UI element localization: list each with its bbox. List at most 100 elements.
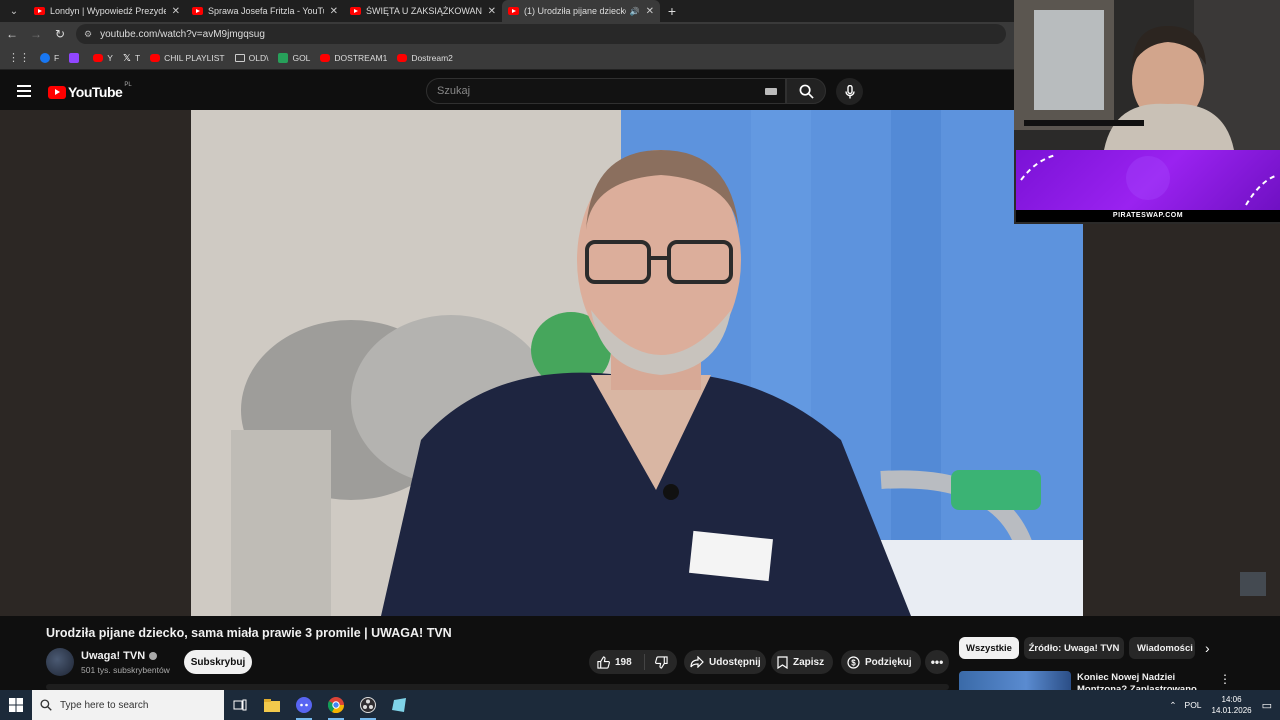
taskbar-search[interactable]: Type here to search <box>32 690 224 720</box>
chip-source[interactable]: Źródło: Uwaga! TVN <box>1024 637 1124 659</box>
browser-tab-active[interactable]: (1) Urodziła pijane dziecko, 🔊 ✕ <box>502 0 660 22</box>
back-icon[interactable]: ← <box>0 27 24 41</box>
x-icon: 𝕏 <box>122 52 131 64</box>
recommended-title[interactable]: Koniec Nowej Nadziei Montzona? Zaplastro… <box>1077 672 1197 690</box>
logo-text: YouTube <box>68 84 123 100</box>
recommended-menu-icon[interactable]: ⋮ <box>1219 672 1231 686</box>
app-icon[interactable] <box>384 690 416 720</box>
keyboard-icon[interactable] <box>765 88 777 95</box>
bookmark-item[interactable]: CHIL PLAYLIST <box>150 53 225 63</box>
dislike-button[interactable] <box>645 655 677 669</box>
bookmark-item[interactable] <box>69 52 83 63</box>
video-frame[interactable] <box>191 110 1083 616</box>
search-icon <box>40 699 52 711</box>
sponsor-brand-text: PIRATESWAP.COM <box>1016 210 1280 222</box>
thanks-icon: $ <box>847 655 860 669</box>
apps-grid-icon[interactable]: ⋮⋮ <box>8 51 30 64</box>
share-button[interactable]: Udostępnij <box>684 650 766 674</box>
svg-text:$: $ <box>851 658 856 667</box>
more-actions-icon[interactable]: ••• <box>925 650 949 674</box>
country-code: PL <box>124 82 132 88</box>
speaker-icon[interactable]: 🔊 <box>630 7 640 16</box>
chevron-right-icon[interactable]: › <box>1205 640 1210 656</box>
close-tab-icon[interactable]: ✕ <box>488 6 496 17</box>
new-tab-button[interactable]: + <box>660 3 684 19</box>
close-tab-icon[interactable]: ✕ <box>646 6 654 17</box>
browser-tab[interactable]: Londyn | Wypowiedź Prezydenta ✕ <box>28 0 186 22</box>
youtube-header: YouTube PL Szukaj <box>0 72 1014 110</box>
channel-name[interactable]: Uwaga! TVN <box>81 650 158 662</box>
save-button[interactable]: Zapisz <box>771 650 833 674</box>
url-field[interactable]: ⚙ youtube.com/watch?v=avM9jmgqsug <box>76 24 1006 44</box>
close-tab-icon[interactable]: ✕ <box>330 6 338 17</box>
tab-title: Londyn | Wypowiedź Prezydenta <box>50 6 166 16</box>
miniplayer-thumbnail[interactable] <box>1240 572 1266 596</box>
search-icon <box>799 84 814 99</box>
address-bar-row: ← → ↻ ⚙ youtube.com/watch?v=avM9jmgqsug <box>0 22 1014 46</box>
search-button[interactable] <box>786 78 826 104</box>
bookmark-item[interactable]: F <box>40 52 59 63</box>
close-tab-icon[interactable]: ✕ <box>172 6 180 17</box>
video-backdrop-left <box>0 110 191 616</box>
task-view-icon[interactable] <box>224 690 256 720</box>
file-explorer-icon[interactable] <box>256 690 288 720</box>
url-text: youtube.com/watch?v=avM9jmgqsug <box>100 28 265 40</box>
youtube-logo[interactable]: YouTube PL <box>48 82 132 100</box>
thumbs-up-icon <box>597 655 610 669</box>
bookmark-item[interactable]: DOSTREAM1 <box>320 53 387 63</box>
video-title: Urodziła pijane dziecko, sama miała praw… <box>46 626 452 640</box>
search-input[interactable]: Szukaj <box>426 78 786 104</box>
site-info-icon[interactable]: ⚙ <box>84 29 92 40</box>
thumbs-down-icon <box>654 655 668 669</box>
time: 14:06 <box>1221 695 1242 704</box>
banner-graphic <box>1020 154 1279 206</box>
forward-icon[interactable]: → <box>24 27 48 41</box>
bookmark-item[interactable]: GOL <box>278 52 310 63</box>
verified-icon <box>149 652 158 660</box>
chip-news[interactable]: Wiadomości <box>1129 637 1195 659</box>
obs-icon[interactable] <box>352 690 384 720</box>
system-tray: ⌃ POL 14:06 14.01.2026 ▭ <box>1169 690 1280 720</box>
menu-icon[interactable] <box>17 85 31 97</box>
chip-all[interactable]: Wszystkie <box>959 637 1019 659</box>
voice-search-button[interactable] <box>836 78 863 105</box>
youtube-icon <box>397 53 408 62</box>
gol-icon <box>278 52 289 63</box>
share-icon <box>690 656 704 668</box>
folder-icon <box>234 53 245 62</box>
bookmark-item[interactable]: Y <box>93 53 113 63</box>
like-button[interactable]: 198 <box>589 654 645 670</box>
facebook-icon <box>40 52 50 63</box>
youtube-icon <box>93 53 104 62</box>
tab-title: Sprawa Josefa Fritzla - YouTube <box>208 6 324 16</box>
video-still-image <box>191 110 1083 616</box>
browser-tab[interactable]: ŚWIĘTA U ZAKSIĄŻKOWANYCH ✕ <box>344 0 502 22</box>
youtube-favicon-icon <box>350 7 361 15</box>
tab-title: ŚWIĘTA U ZAKSIĄŻKOWANYCH <box>366 6 482 16</box>
thanks-button[interactable]: $ Podziękuj <box>841 650 921 674</box>
chrome-icon[interactable] <box>320 690 352 720</box>
discord-icon[interactable] <box>288 690 320 720</box>
subscriber-count: 501 tys. subskrybentów <box>81 665 170 675</box>
sponsor-banner: PIRATESWAP.COM <box>1016 150 1280 222</box>
browser-tab[interactable]: Sprawa Josefa Fritzla - YouTube ✕ <box>186 0 344 22</box>
bookmark-folder[interactable]: OLD\ <box>234 53 268 63</box>
like-count: 198 <box>615 656 632 668</box>
search-placeholder: Szukaj <box>437 85 471 97</box>
bookmark-item[interactable]: 𝕏T <box>122 52 140 64</box>
chevron-up-icon[interactable]: ⌃ <box>1169 700 1176 711</box>
subscribe-button[interactable]: Subskrybuj <box>184 650 252 674</box>
youtube-icon <box>150 53 161 62</box>
start-button[interactable] <box>0 690 32 720</box>
recommended-thumbnail[interactable] <box>959 671 1071 691</box>
clock[interactable]: 14:06 14.01.2026 <box>1212 694 1252 716</box>
windows-taskbar: Type here to search ⌃ POL 14:06 14.01.20… <box>0 690 1280 720</box>
channel-avatar[interactable] <box>46 648 74 676</box>
reload-icon[interactable]: ↻ <box>48 27 72 41</box>
microphone-icon <box>844 84 855 98</box>
language-indicator[interactable]: POL <box>1185 700 1202 710</box>
notification-icon[interactable]: ▭ <box>1262 699 1272 712</box>
bookmark-item[interactable]: Dostream2 <box>397 53 453 63</box>
bookmarks-bar: ⋮⋮ F Y 𝕏T CHIL PLAYLIST OLD\ GOL DOSTREA… <box>0 46 1014 70</box>
tab-search-button[interactable]: ⌄ <box>0 0 28 22</box>
